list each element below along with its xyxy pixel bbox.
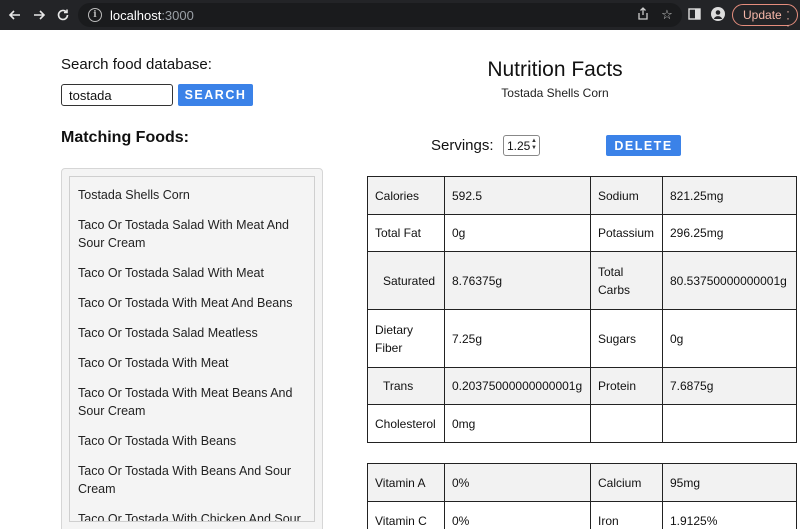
table-row: Vitamin C 0% Iron 1.9125% [367,501,797,529]
list-item[interactable]: Taco Or Tostada Salad With Meat And Sour… [78,216,306,252]
nutrient-label: Trans [367,367,445,405]
side-panel-icon[interactable] [686,5,702,23]
vitamins-table: Vitamin A 0% Calcium 95mg Vitamin C 0% I… [367,463,797,529]
nutrient-label: Total Carbs [590,251,663,310]
nutrient-value: 8.76375g [444,251,591,310]
update-button[interactable]: Update · · · [732,4,798,31]
nutrient-label: Sugars [590,309,663,368]
nutrient-value: 0g [662,309,797,368]
search-button[interactable]: SEARCH [178,84,253,106]
nutrient-label: Saturated [367,251,445,310]
url-port: :3000 [161,7,194,23]
back-arrow-icon[interactable] [3,3,27,27]
nutrient-value: 0mg [444,404,591,443]
list-item[interactable]: Taco Or Tostada With Meat Beans And Sour… [78,384,306,420]
nutrient-label: Total Fat [367,214,445,252]
nutrient-value: 0.20375000000000001g [444,367,591,405]
profile-icon[interactable] [710,5,726,23]
nutrient-label: Vitamin C [367,501,445,529]
delete-button[interactable]: DELETE [606,135,681,156]
nutrient-value: 7.6875g [662,367,797,405]
food-name: Tostada Shells Corn [501,86,609,100]
nutrient-label: Sodium [590,176,663,215]
list-item[interactable]: Taco Or Tostada Salad Meatless [78,324,306,342]
nutrient-label: Calcium [590,463,663,502]
list-item[interactable]: Taco Or Tostada With Meat [78,354,306,372]
stepper-arrows-icon[interactable]: ▲ ▼ [531,138,537,152]
matching-foods-list[interactable]: Tostada Shells Corn Taco Or Tostada Sala… [69,176,315,522]
nutrient-value: 1.9125% [662,501,797,529]
nutrient-value: 0g [444,214,591,252]
servings-stepper[interactable]: 1.25 ▲ ▼ [503,135,540,156]
table-row: Vitamin A 0% Calcium 95mg [367,463,797,502]
nutrient-label: Potassium [590,214,663,252]
nutrient-value: 592.5 [444,176,591,215]
servings-label: Servings: [431,137,494,154]
search-input[interactable] [61,84,173,106]
nutrient-value: 821.25mg [662,176,797,215]
matching-foods-title: Matching Foods: [61,129,189,146]
list-item[interactable]: Tostada Shells Corn [78,186,306,204]
servings-value: 1.25 [507,138,531,153]
list-item[interactable]: Taco Or Tostada With Beans [78,432,306,450]
list-item[interactable]: Taco Or Tostada With Beans And Sour Crea… [78,462,306,498]
nutrient-label [590,404,663,443]
nutrition-table: Calories 592.5 Sodium 821.25mg Total Fat… [367,176,797,443]
address-bar[interactable]: i localhost:3000 ☆ [78,3,682,27]
nutrient-value: 0% [444,463,591,502]
list-item[interactable]: Taco Or Tostada With Chicken And Sour [78,510,306,521]
list-item[interactable]: Taco Or Tostada With Meat And Beans [78,294,306,312]
nutrient-value: 95mg [662,463,797,502]
table-row: Dietary Fiber 7.25g Sugars 0g [367,309,797,368]
browser-toolbar: i localhost:3000 ☆ Update · · · [0,0,800,31]
search-label: Search food database: [61,56,212,73]
nutrient-value: 80.53750000000001g [662,251,797,310]
nutrient-label: Protein [590,367,663,405]
forward-arrow-icon[interactable] [27,3,51,27]
table-row: Cholesterol 0mg [367,404,797,443]
table-row: Saturated 8.76375g Total Carbs 80.537500… [367,251,797,310]
nutrient-label: Iron [590,501,663,529]
nutrient-label: Cholesterol [367,404,445,443]
nutrient-label: Calories [367,176,445,215]
nutrient-label: Dietary Fiber [367,309,445,368]
info-icon[interactable]: i [88,8,102,22]
bookmark-star-icon[interactable]: ☆ [660,7,674,23]
nutrient-value: 296.25mg [662,214,797,252]
list-item[interactable]: Taco Or Tostada Salad With Meat [78,264,306,282]
update-label: Update [743,8,782,22]
more-vert-icon[interactable]: · · · [786,5,790,31]
matching-foods-panel: Tostada Shells Corn Taco Or Tostada Sala… [61,168,323,529]
nutrient-value [662,404,797,443]
nutrient-value: 0% [444,501,591,529]
table-row: Calories 592.5 Sodium 821.25mg [367,176,797,215]
nutrition-facts-title: Nutrition Facts [487,58,623,81]
share-icon[interactable] [636,7,650,23]
nutrient-label: Vitamin A [367,463,445,502]
table-row: Total Fat 0g Potassium 296.25mg [367,214,797,252]
table-row: Trans 0.20375000000000001g Protein 7.687… [367,367,797,405]
nutrient-value: 7.25g [444,309,591,368]
url-host: localhost [110,7,162,23]
reload-icon[interactable] [51,3,75,27]
